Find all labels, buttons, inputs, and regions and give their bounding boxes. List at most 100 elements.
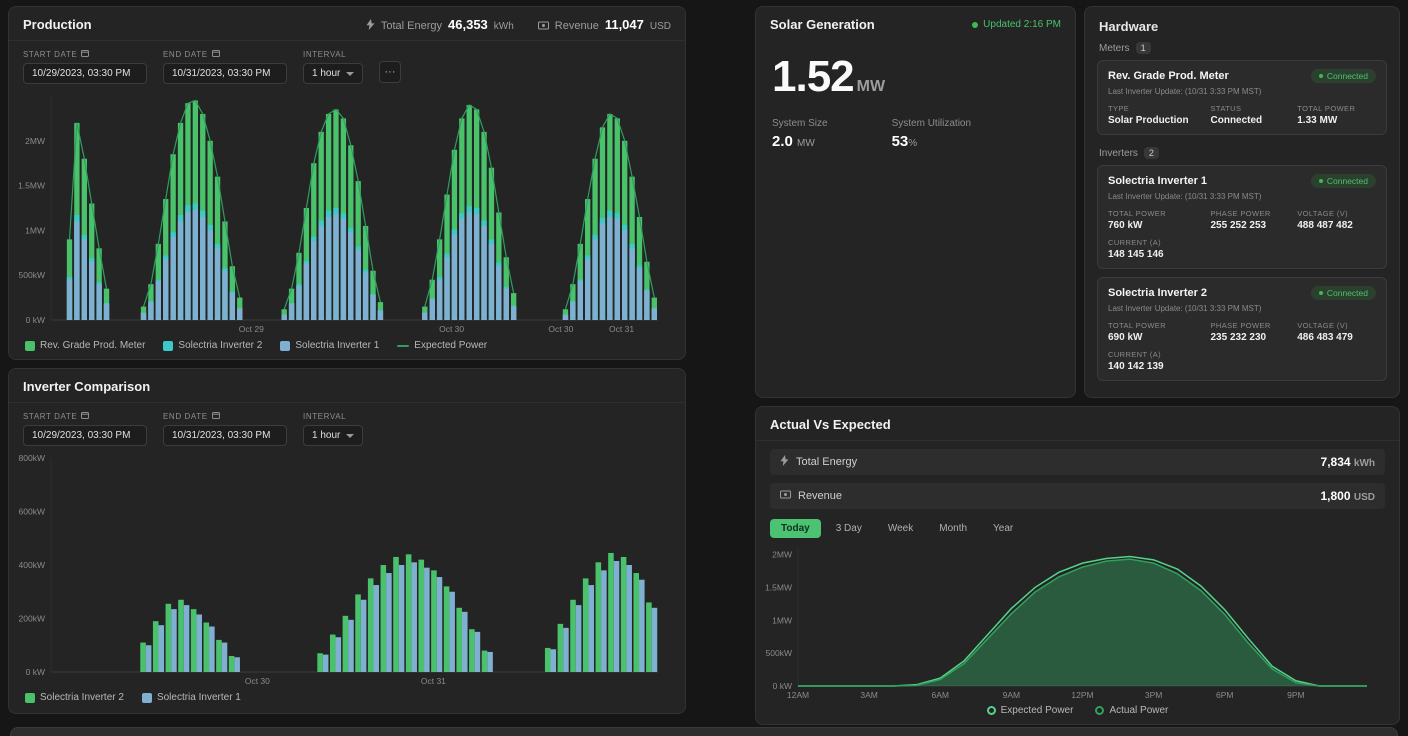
- end-date-label: End Date: [163, 412, 208, 421]
- bolt-icon: [780, 455, 789, 469]
- inverter-field-total-power: Total Power760 kW: [1108, 209, 1203, 231]
- inverter-field-voltage: Voltage (V)486 483 479: [1297, 321, 1376, 343]
- tab-month[interactable]: Month: [928, 519, 978, 538]
- stat-label: Revenue: [798, 490, 842, 502]
- legend-item-inverter-2[interactable]: Solectria Inverter 2: [163, 340, 262, 351]
- legend-item-inverter-2[interactable]: Solectria Inverter 2: [25, 692, 124, 703]
- inverter-comparison-header: Inverter Comparison: [9, 369, 685, 403]
- production-controls: Start Date End Date Interval 1 hour ···: [9, 41, 685, 86]
- tab-today[interactable]: Today: [770, 519, 821, 538]
- legend-item-meter[interactable]: Rev. Grade Prod. Meter: [25, 340, 145, 351]
- svg-text:3AM: 3AM: [860, 690, 877, 700]
- current-generation: 1.52 MW: [756, 40, 1075, 104]
- ave-total-energy-row: Total Energy 7,834 kWh: [770, 449, 1385, 475]
- system-size-label: System Size: [772, 118, 828, 129]
- svg-text:1.5MW: 1.5MW: [18, 181, 45, 191]
- production-panel: Production Total Energy 46,353 kWh Reven…: [8, 6, 686, 360]
- legend-item-inverter-1[interactable]: Solectria Inverter 1: [142, 692, 241, 703]
- legend-item-expected-power[interactable]: Expected Power: [397, 340, 487, 351]
- stat-label: Total Energy: [381, 20, 442, 32]
- end-date-field: End Date: [163, 411, 287, 446]
- legend-swatch: [142, 693, 152, 703]
- production-stats: Total Energy 46,353 kWh Revenue 11,047 U…: [366, 17, 671, 32]
- interval-field: Interval 1 hour: [303, 50, 363, 84]
- stat-unit: USD: [1354, 492, 1375, 503]
- calendar-icon: [81, 411, 89, 421]
- svg-text:Oct 30: Oct 30: [439, 324, 464, 334]
- end-date-field: End Date: [163, 49, 287, 84]
- system-size-value: 2.0: [772, 133, 793, 150]
- inverter-card-1: Solectria Inverter 1 Connected Last Inve…: [1097, 165, 1387, 269]
- svg-text:1MW: 1MW: [25, 225, 45, 235]
- svg-text:500kW: 500kW: [766, 648, 792, 658]
- legend-item-expected-power[interactable]: Expected Power: [987, 705, 1074, 716]
- stat-value: 46,353: [448, 17, 488, 32]
- hardware-panel: Hardware Meters 1 Rev. Grade Prod. Meter…: [1084, 6, 1400, 398]
- system-size-unit: MW: [797, 138, 815, 149]
- stat-label: Total Energy: [796, 456, 857, 468]
- revenue-icon: [780, 490, 791, 502]
- svg-text:3PM: 3PM: [1145, 690, 1162, 700]
- inverter-field-phase-power: Phase Power235 232 230: [1211, 321, 1290, 343]
- inverter-comparison-legend: Solectria Inverter 2 Solectria Inverter …: [9, 688, 685, 707]
- stat-label: Revenue: [555, 20, 599, 32]
- svg-text:Oct 31: Oct 31: [609, 324, 634, 334]
- solar-generation-header: Solar Generation Updated 2:16 PM: [756, 7, 1075, 40]
- svg-text:2MW: 2MW: [25, 136, 45, 146]
- inverters-count-badge: 2: [1144, 147, 1159, 159]
- status-dot-icon: [1319, 74, 1323, 78]
- svg-text:Oct 30: Oct 30: [548, 324, 573, 334]
- current-generation-value: 1.52: [772, 52, 854, 102]
- legend-swatch: [25, 693, 35, 703]
- meters-count-badge: 1: [1136, 42, 1151, 54]
- production-revenue-stat: Revenue 11,047 USD: [538, 17, 671, 32]
- svg-text:9AM: 9AM: [1003, 690, 1020, 700]
- inverter-name: Solectria Inverter 2: [1108, 287, 1207, 299]
- svg-text:0 kW: 0 kW: [26, 667, 45, 677]
- tab-year[interactable]: Year: [982, 519, 1024, 538]
- more-options-button[interactable]: ···: [379, 61, 401, 83]
- revenue-icon: [538, 21, 549, 33]
- stat-unit: USD: [650, 21, 671, 32]
- stat-value: 7,834: [1321, 455, 1351, 469]
- inverter-comparison-chart: 0 kW200kW400kW600kW800kWOct 30Oct 31: [13, 450, 668, 688]
- calendar-icon: [212, 49, 220, 59]
- end-date-input[interactable]: [163, 425, 287, 446]
- svg-text:600kW: 600kW: [19, 507, 45, 517]
- inverter-field-current: Current (A)148 145 146: [1108, 238, 1376, 260]
- solar-generation-panel: Solar Generation Updated 2:16 PM 1.52 MW…: [755, 6, 1076, 398]
- start-date-field: Start Date: [23, 49, 147, 84]
- tab-3-day[interactable]: 3 Day: [825, 519, 873, 538]
- updated-status: Updated 2:16 PM: [972, 19, 1061, 30]
- svg-text:Oct 29: Oct 29: [239, 324, 264, 334]
- tab-week[interactable]: Week: [877, 519, 924, 538]
- svg-text:Oct 30: Oct 30: [245, 676, 270, 686]
- system-size-stat: System Size 2.0 MW: [772, 118, 828, 150]
- interval-select[interactable]: 1 hour: [303, 63, 363, 84]
- production-legend: Rev. Grade Prod. Meter Solectria Inverte…: [9, 336, 685, 355]
- svg-text:200kW: 200kW: [19, 614, 45, 624]
- stat-value: 11,047: [605, 17, 644, 32]
- legend-line-swatch: [397, 345, 409, 347]
- legend-item-actual-power[interactable]: Actual Power: [1095, 705, 1168, 716]
- inverter-field-phase-power: Phase Power255 252 253: [1211, 209, 1290, 231]
- calendar-icon: [212, 411, 220, 421]
- inverter-name: Solectria Inverter 1: [1108, 175, 1207, 187]
- end-date-input[interactable]: [163, 63, 287, 84]
- interval-select[interactable]: 1 hour: [303, 425, 363, 446]
- meter-field-type: TypeSolar Production: [1108, 104, 1203, 126]
- production-title: Production: [23, 17, 92, 32]
- start-date-input[interactable]: [23, 63, 147, 84]
- end-date-label: End Date: [163, 50, 208, 59]
- svg-text:6PM: 6PM: [1216, 690, 1233, 700]
- interval-label: Interval: [303, 50, 363, 59]
- meter-last-update: Last Inverter Update: (10/31 3:33 PM MST…: [1108, 87, 1376, 96]
- legend-item-inverter-1[interactable]: Solectria Inverter 1: [280, 340, 379, 351]
- status-dot-icon: [1319, 291, 1323, 295]
- inverter-field-voltage: Voltage (V)488 487 482: [1297, 209, 1376, 231]
- start-date-input[interactable]: [23, 425, 147, 446]
- system-utilization-label: System Utilization: [892, 118, 971, 129]
- system-stats: System Size 2.0 MW System Utilization 53…: [756, 104, 1075, 164]
- meters-section-label: Meters 1: [1085, 38, 1399, 56]
- ave-revenue-row: Revenue 1,800 USD: [770, 483, 1385, 509]
